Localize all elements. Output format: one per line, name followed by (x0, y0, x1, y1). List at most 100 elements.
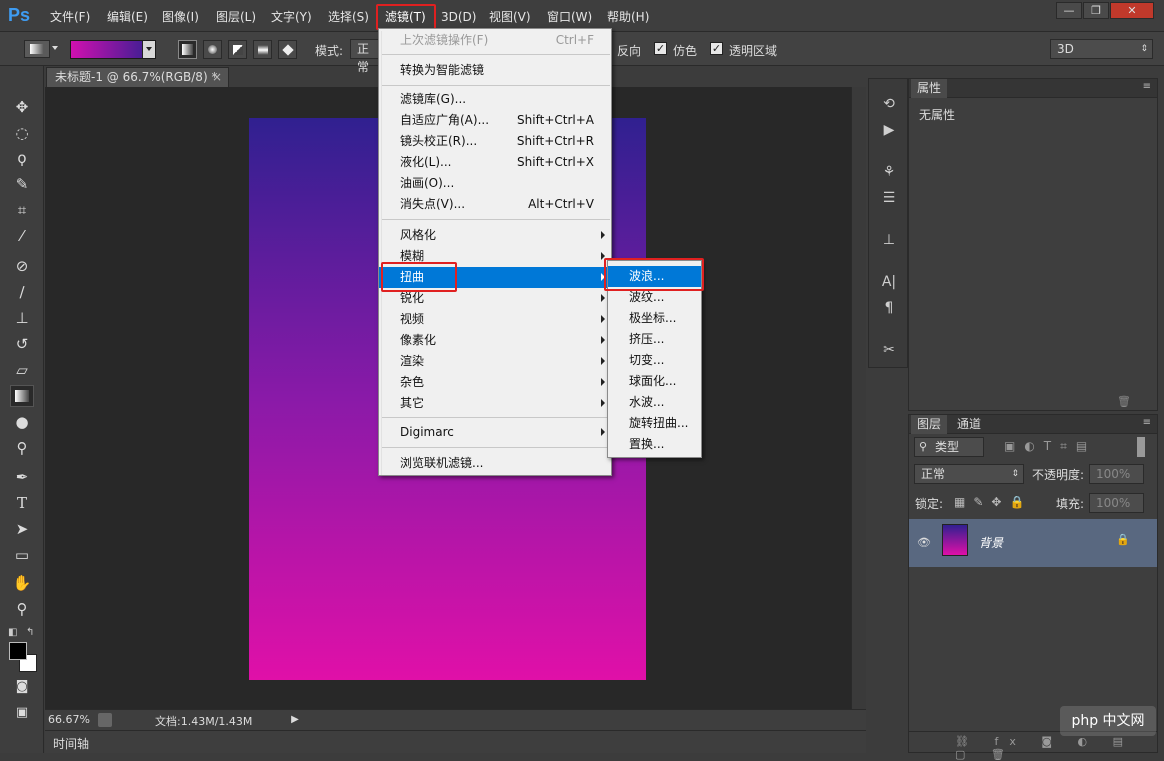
eye-icon[interactable]: 👁 (917, 536, 931, 549)
menu-view[interactable]: 视图(V) (489, 9, 531, 25)
type-tool-icon[interactable]: T (10, 492, 34, 514)
adjustments-icon[interactable]: ☰ (877, 187, 901, 209)
layer-filter-icons[interactable]: ▣◐T⌗▤ (1004, 439, 1096, 454)
actions-play-icon[interactable]: ▶ (877, 119, 901, 141)
submenu-item-twirl[interactable]: 旋转扭曲... (608, 413, 701, 434)
status-info-icon[interactable] (98, 713, 112, 727)
menu-window[interactable]: 窗口(W) (547, 9, 592, 25)
panel-menu-icon[interactable]: ≡ (1143, 81, 1151, 92)
blur-tool-icon[interactable]: ● (10, 411, 34, 433)
menu-item-oil-paint[interactable]: 油画(O)... (379, 173, 611, 194)
menu-file[interactable]: 文件(F) (50, 9, 90, 25)
brush-tool-icon[interactable]: ∕ (10, 281, 34, 303)
submenu-item-zigzag[interactable]: 水波... (608, 392, 701, 413)
dodge-tool-icon[interactable]: ⚲ (10, 437, 34, 459)
menu-edit[interactable]: 编辑(E) (107, 9, 148, 25)
character-icon[interactable]: A| (877, 271, 901, 293)
tab-channels[interactable]: 通道 (951, 415, 987, 434)
close-icon[interactable]: × (212, 68, 222, 86)
clone-stamp-tool-icon[interactable]: ⊥ (10, 307, 34, 329)
menu-item-vanishing-point[interactable]: 消失点(V)... Alt+Ctrl+V (379, 194, 611, 215)
menu-item-stylize[interactable]: 风格化 (379, 225, 611, 246)
submenu-item-shear[interactable]: 切变... (608, 350, 701, 371)
gradient-picker-dropdown[interactable] (142, 41, 155, 58)
lasso-tool-icon[interactable]: ϙ (10, 147, 34, 169)
history-brush-tool-icon[interactable]: ↺ (10, 333, 34, 355)
menu-item-pixelate[interactable]: 像素化 (379, 330, 611, 351)
properties-tab[interactable]: 属性 (911, 79, 948, 98)
swap-colors-icon[interactable]: ↰ (26, 627, 34, 638)
mode-dropdown[interactable]: 正常 (350, 39, 380, 74)
menu-select[interactable]: 选择(S) (328, 9, 369, 25)
menu-item-video[interactable]: 视频 (379, 309, 611, 330)
brush-presets-icon[interactable]: ⚘ (877, 161, 901, 183)
default-colors-icon[interactable]: ◧ (8, 627, 17, 638)
filter-toggle[interactable] (1137, 437, 1145, 457)
menu-item-other[interactable]: 其它 (379, 393, 611, 414)
healing-brush-tool-icon[interactable]: ⊘ (10, 255, 34, 277)
document-tab[interactable]: 未标题-1 @ 66.7%(RGB/8) * × (46, 67, 229, 87)
menu-item-adaptive-wide-angle[interactable]: 自适应广角(A)... Shift+Ctrl+A (379, 110, 611, 131)
submenu-item-pinch[interactable]: 挤压... (608, 329, 701, 350)
close-button[interactable]: ✕ (1110, 2, 1154, 19)
menu-3d[interactable]: 3D(D) (441, 9, 476, 25)
workspace-dropdown[interactable]: 3D ⇕ (1050, 39, 1153, 59)
layer-row-background[interactable]: 👁 背景 🔒 (909, 519, 1157, 567)
menu-item-convert-smart-filter[interactable]: 转换为智能滤镜 (379, 60, 611, 81)
screen-mode-icon[interactable]: ▣ (10, 702, 34, 724)
tool-presets-icon[interactable]: ✂ (877, 339, 901, 361)
history-icon[interactable]: ⟲ (877, 93, 901, 115)
rectangle-tool-icon[interactable]: ▭ (10, 544, 34, 566)
transparency-checkbox[interactable]: ✓ (710, 42, 723, 55)
zoom-level[interactable]: 66.67% (48, 713, 90, 726)
blend-mode-dropdown[interactable]: 正常 ⇕ (914, 464, 1024, 484)
clone-source-icon[interactable]: ⊥ (877, 229, 901, 251)
layer-name[interactable]: 背景 (979, 534, 1003, 551)
tab-layers[interactable]: 图层 (911, 415, 948, 434)
move-tool-icon[interactable]: ✥ (10, 96, 34, 118)
quick-select-tool-icon[interactable]: ✎ (10, 173, 34, 195)
paragraph-icon[interactable]: ¶ (877, 297, 901, 319)
reflected-gradient-button[interactable] (253, 40, 272, 59)
foreground-color-swatch[interactable] (9, 642, 27, 660)
minimize-button[interactable]: — (1056, 2, 1082, 19)
menu-item-lens-correction[interactable]: 镜头校正(R)... Shift+Ctrl+R (379, 131, 611, 152)
chevron-down-icon[interactable] (52, 46, 58, 50)
radial-gradient-button[interactable] (203, 40, 222, 59)
eraser-tool-icon[interactable]: ▱ (10, 359, 34, 381)
layer-filter-dropdown[interactable]: ⚲ 类型 (914, 437, 984, 457)
trash-icon[interactable]: 🗑 (1117, 395, 1131, 408)
menu-item-liquify[interactable]: 液化(L)... Shift+Ctrl+X (379, 152, 611, 173)
gradient-tool-preset-icon[interactable] (24, 40, 50, 58)
eyedropper-tool-icon[interactable]: ⁄ (10, 225, 34, 247)
zoom-tool-icon[interactable]: ⚲ (10, 598, 34, 620)
pen-tool-icon[interactable]: ✒ (10, 466, 34, 488)
hand-tool-icon[interactable]: ✋ (10, 572, 34, 594)
linear-gradient-button[interactable] (178, 40, 197, 59)
panel-menu-icon[interactable]: ≡ (1143, 417, 1151, 428)
menu-help[interactable]: 帮助(H) (607, 9, 649, 25)
menu-item-noise[interactable]: 杂色 (379, 372, 611, 393)
menu-image[interactable]: 图像(I) (162, 9, 199, 25)
fill-field[interactable]: 100% (1089, 493, 1144, 513)
dither-checkbox[interactable]: ✓ (654, 42, 667, 55)
layers-footer-icons[interactable]: ⛓ fx ◙ ◐ ▤ ▢ 🗑 (955, 735, 1157, 761)
restore-button[interactable]: ❐ (1083, 2, 1109, 19)
quick-mask-icon[interactable]: ◙ (10, 676, 34, 698)
submenu-item-displace[interactable]: 置换... (608, 434, 701, 455)
menu-item-filter-gallery[interactable]: 滤镜库(G)... (379, 89, 611, 110)
menu-item-digimarc[interactable]: Digimarc (379, 422, 611, 443)
menu-item-browse-filters-online[interactable]: 浏览联机滤镜... (379, 453, 611, 474)
submenu-item-spherize[interactable]: 球面化... (608, 371, 701, 392)
path-select-tool-icon[interactable]: ➤ (10, 518, 34, 540)
angle-gradient-button[interactable] (228, 40, 247, 59)
menu-item-render[interactable]: 渲染 (379, 351, 611, 372)
menu-layer[interactable]: 图层(L) (216, 9, 256, 25)
marquee-tool-icon[interactable]: ◌ (10, 122, 34, 144)
submenu-item-polar-coordinates[interactable]: 极坐标... (608, 308, 701, 329)
timeline-tab[interactable]: 时间轴 (53, 735, 89, 752)
play-arrow-icon[interactable]: ▶ (288, 713, 302, 727)
menu-type[interactable]: 文字(Y) (271, 9, 312, 25)
crop-tool-icon[interactable]: ⌗ (10, 199, 34, 221)
opacity-field[interactable]: 100% (1089, 464, 1144, 484)
